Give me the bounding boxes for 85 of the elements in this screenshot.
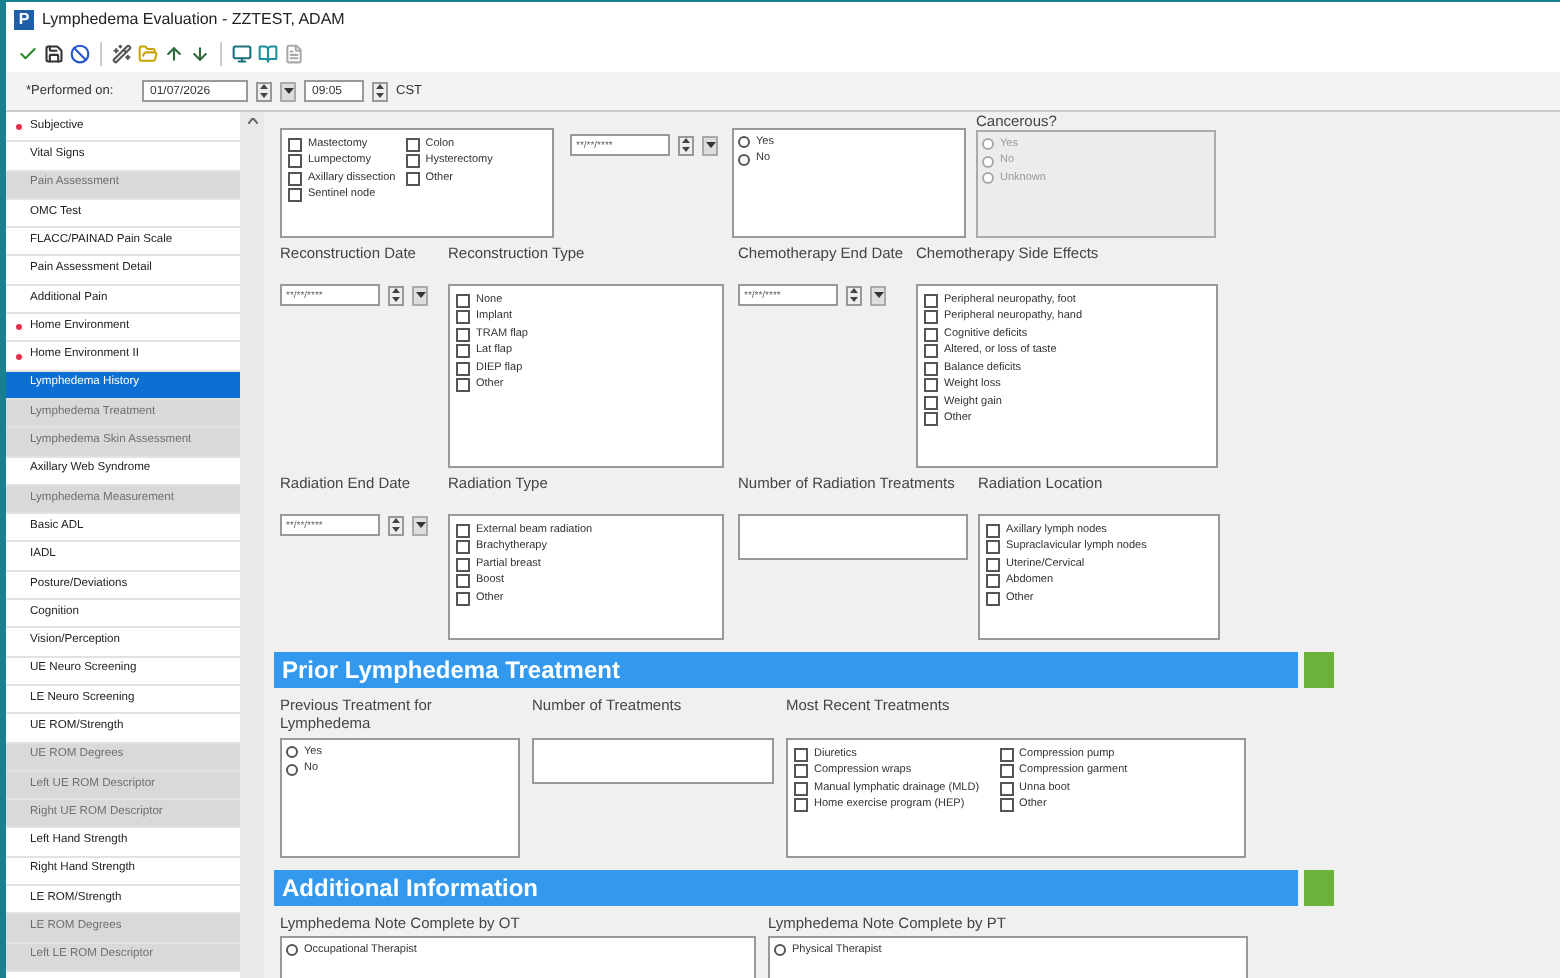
cancel-icon[interactable] [70,44,90,64]
checkbox[interactable] [924,344,938,359]
checkbox[interactable] [794,781,808,796]
checkbox[interactable] [924,361,938,376]
arrow-down-icon[interactable] [190,44,210,64]
radio-button[interactable] [286,763,298,776]
spinner-button[interactable] [388,515,404,535]
spinner-arrows-icon [392,288,400,302]
checkbox[interactable] [924,412,938,427]
spinner-button[interactable] [678,135,694,155]
checkbox[interactable] [405,171,420,186]
caret-down-icon [873,292,883,298]
spinner-arrows-icon [850,288,858,302]
scrollbar[interactable] [240,112,264,978]
app-logo: P [14,9,34,29]
text-field[interactable] [738,514,968,560]
radio-button[interactable] [774,944,786,957]
monitor-icon[interactable] [232,44,252,64]
spinner-arrows-icon [376,84,384,98]
checkbox[interactable] [288,154,302,169]
wand-icon[interactable] [112,44,132,64]
book-icon[interactable] [258,44,278,64]
checkbox[interactable] [456,591,470,606]
caret-down-icon [415,292,425,298]
checkbox[interactable] [456,310,470,325]
caret-down-icon [705,142,715,148]
section-header: Additional Information [274,870,1298,906]
checkbox[interactable] [456,361,470,376]
checkbox[interactable] [456,540,470,555]
spinner-arrows-icon [392,518,400,532]
checkbox[interactable] [924,293,938,308]
section-header: Prior Lymphedema Treatment [274,652,1298,688]
checkbox[interactable] [999,798,1014,813]
radio-button[interactable] [738,136,750,149]
checkbox[interactable] [456,557,470,572]
checkbox[interactable] [986,574,1000,589]
checkbox[interactable] [456,574,470,589]
text-field[interactable] [532,738,774,784]
checkbox[interactable] [986,523,1000,538]
checkbox[interactable] [794,798,808,813]
checkbox[interactable] [288,188,302,203]
dropdown-button[interactable] [412,285,428,305]
caret-down-icon [283,88,293,94]
spinner-button[interactable] [846,285,862,305]
window-title: Lymphedema Evaluation - ZZTEST, ADAM [42,7,345,31]
spinner-arrows-icon [260,84,268,98]
dropdown-button[interactable] [280,81,296,101]
spinner-button[interactable] [256,81,272,101]
spinner-button[interactable] [388,285,404,305]
dropdown-button[interactable] [870,285,886,305]
radio-button[interactable] [286,944,298,957]
checkbox[interactable] [405,137,420,152]
arrow-up-icon[interactable] [164,44,184,64]
caret-down-icon [415,522,425,528]
dropdown-button[interactable] [412,515,428,535]
checkbox[interactable] [999,764,1014,779]
checkbox[interactable] [288,171,302,186]
checkbox[interactable] [924,327,938,342]
spinner-button[interactable] [372,81,388,101]
checkbox[interactable] [924,378,938,393]
checkbox[interactable] [456,293,470,308]
dropdown-button[interactable] [702,135,718,155]
check-icon[interactable] [18,44,38,64]
save-icon[interactable] [44,44,64,64]
checkbox[interactable] [999,747,1014,762]
checkbox[interactable] [456,378,470,393]
checkbox[interactable] [986,591,1000,606]
section-marker [1304,652,1334,688]
radio-button[interactable] [738,153,750,166]
checkbox[interactable] [999,781,1014,796]
checkbox[interactable] [924,310,938,325]
radio-button[interactable] [286,746,298,759]
checkbox[interactable] [405,154,420,169]
checkbox[interactable] [924,395,938,410]
checkbox[interactable] [288,137,302,152]
checkbox[interactable] [794,764,808,779]
checkbox[interactable] [456,344,470,359]
checkbox[interactable] [456,523,470,538]
checkbox[interactable] [986,540,1000,555]
checkbox[interactable] [456,327,470,342]
spinner-arrows-icon [682,138,690,152]
caret-up-icon[interactable] [247,118,257,124]
section-marker [1304,870,1334,906]
checkbox[interactable] [794,747,808,762]
checkbox[interactable] [986,557,1000,572]
